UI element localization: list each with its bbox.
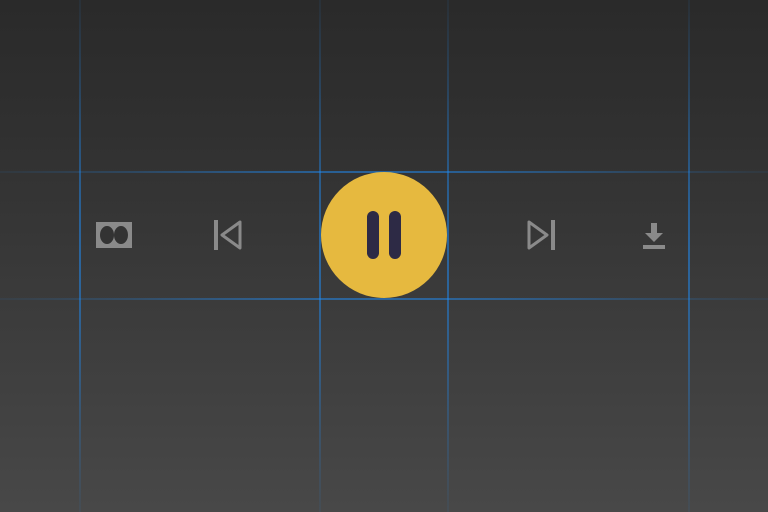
skip-next-button[interactable]	[521, 215, 561, 255]
guide-line-horizontal	[0, 298, 768, 300]
player-controls	[80, 172, 688, 298]
download-icon	[640, 221, 668, 249]
download-button[interactable]	[634, 215, 674, 255]
dolby-icon	[96, 222, 132, 248]
play-pause-button[interactable]	[321, 172, 447, 298]
guide-line-vertical	[688, 0, 690, 512]
skip-previous-button[interactable]	[208, 215, 248, 255]
skip-next-icon	[527, 220, 555, 250]
pause-icon	[361, 207, 407, 263]
dolby-button[interactable]	[94, 215, 134, 255]
skip-previous-icon	[214, 220, 242, 250]
